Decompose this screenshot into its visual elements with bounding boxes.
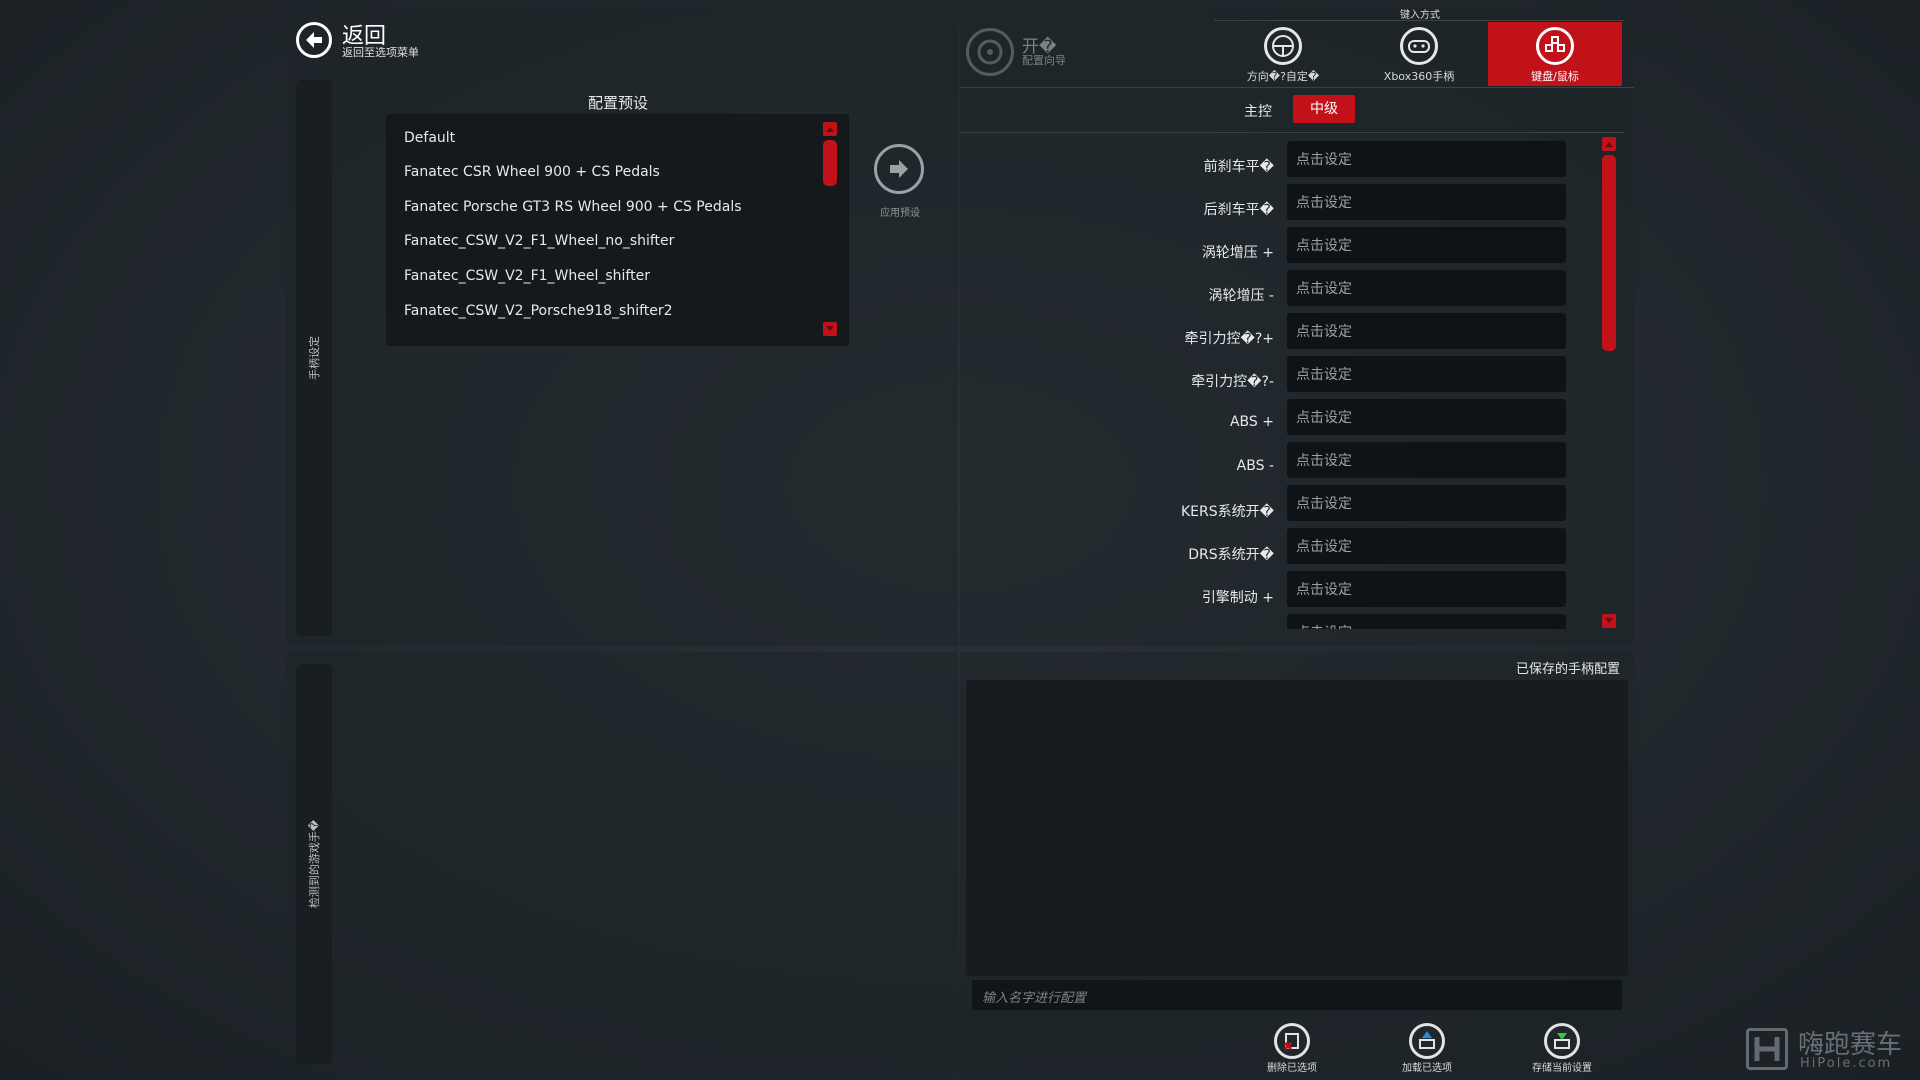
apply-preset-button[interactable]: 应用预设	[868, 142, 932, 219]
presets-title: 配置预设	[587, 94, 648, 112]
saved-configs-list[interactable]	[966, 680, 1628, 976]
binding-label: 前刹车平�	[1203, 159, 1274, 175]
binding-field[interactable]: 点击设定	[1287, 141, 1566, 177]
chevron-down-icon	[1605, 618, 1613, 623]
list-item[interactable]: Fanatec CSR Wheel 900 + CS Pedals	[404, 164, 660, 180]
preset-scroll-thumb[interactable]	[823, 140, 837, 186]
config-name-input[interactable]: 输入名字进行配置	[972, 980, 1622, 1010]
binding-field[interactable]: 点击设定	[1287, 485, 1566, 521]
back-arrow-icon	[296, 22, 332, 58]
config-wizard-button[interactable]: 开� 配置向导	[966, 28, 1106, 78]
save-current-label: 存储当前设置	[1532, 1063, 1592, 1074]
list-item[interactable]: Default	[404, 130, 455, 146]
binding-label: DRS系统开�	[1188, 547, 1274, 563]
input-mode-keyboard-mouse[interactable]: 键盘/鼠标	[1488, 22, 1622, 86]
side-label-detected-controllers: 检测到的游戏手�	[308, 819, 321, 909]
side-strip-controller-settings: 手柄设定	[296, 80, 332, 636]
binding-label: 后刹车平�	[1203, 202, 1274, 218]
gamepad-icon	[1400, 27, 1438, 65]
input-mode-steering-wheel-label: 方向�?自定�	[1246, 70, 1320, 83]
binding-label: 涡轮增压 +	[1201, 245, 1274, 261]
binding-field[interactable]: 点击设定	[1287, 184, 1566, 220]
binding-label: ABS +	[1229, 414, 1274, 430]
save-current-button[interactable]: 存储当前设置	[1522, 1021, 1602, 1077]
tab-intermediate[interactable]: 中级	[1293, 95, 1355, 123]
watermark-logo-icon	[1746, 1028, 1788, 1070]
preset-list[interactable]: Default Fanatec CSR Wheel 900 + CS Pedal…	[386, 114, 849, 346]
chevron-down-icon	[826, 326, 834, 331]
side-label-controller-settings: 手柄设定	[308, 336, 321, 380]
input-mode-steering-wheel[interactable]: 方向�?自定�	[1216, 22, 1350, 86]
tab-main[interactable]: 主控	[1228, 101, 1288, 121]
binding-field[interactable]: 点击设定	[1287, 571, 1566, 607]
watermark-en: HiPole.com	[1800, 1056, 1893, 1071]
binding-field[interactable]: 点击设定	[1287, 442, 1566, 478]
bindings-scroll-down-button[interactable]	[1602, 614, 1616, 628]
side-strip-detected-controllers: 检测到的游戏手�	[296, 664, 332, 1064]
binding-label: ABS -	[1236, 458, 1274, 474]
delete-selected-button[interactable]: 删除已选项	[1252, 1021, 1332, 1077]
wizard-subtitle: 配置向导	[1022, 54, 1066, 67]
bindings-scroll-up-button[interactable]	[1602, 137, 1616, 151]
saved-configs-title: 已保存的手柄配置	[1515, 662, 1620, 677]
back-subtitle: 返回至选项菜单	[342, 46, 419, 59]
binding-label: 牵引力控�?+	[1184, 331, 1274, 347]
back-button[interactable]: 返回 返回至选项菜单	[294, 18, 454, 62]
header-divider	[960, 87, 1634, 88]
list-item[interactable]: Fanatec_CSW_V2_F1_Wheel_shifter	[404, 268, 650, 284]
load-icon	[1409, 1023, 1445, 1059]
delete-selected-label: 删除已选项	[1267, 1063, 1317, 1074]
chevron-up-icon	[826, 127, 834, 132]
watermark: 嗨跑赛车 HiPole.com	[1746, 1024, 1916, 1074]
list-item[interactable]: Fanatec Porsche GT3 RS Wheel 900 + CS Pe…	[404, 199, 742, 215]
arrow-right-icon	[874, 144, 924, 194]
delete-icon	[1274, 1023, 1310, 1059]
input-mode-title: 键入方式	[1400, 10, 1440, 21]
input-mode-divider	[1214, 20, 1624, 21]
binding-field[interactable]: 点击设定	[1287, 528, 1566, 564]
binding-row-partial: 点击设定	[1287, 614, 1566, 629]
keyboard-mouse-icon	[1536, 27, 1574, 65]
load-selected-label: 加载已选项	[1402, 1063, 1452, 1074]
input-mode-xbox360[interactable]: Xbox360手柄	[1352, 22, 1486, 86]
binding-field[interactable]: 点击设定	[1287, 227, 1566, 263]
save-icon	[1544, 1023, 1580, 1059]
binding-field[interactable]: 点击设定	[1287, 614, 1566, 629]
binding-field[interactable]: 点击设定	[1287, 399, 1566, 435]
binding-label: 涡轮增压 -	[1208, 288, 1274, 304]
binding-label: KERS系统开�	[1181, 504, 1274, 520]
apply-preset-label: 应用预设	[880, 208, 920, 219]
steering-wheel-icon	[1264, 27, 1302, 65]
list-item[interactable]: Fanatec_CSW_V2_Porsche918_shifter2	[404, 303, 673, 319]
preset-scroll-down-button[interactable]	[823, 322, 837, 336]
binding-field[interactable]: 点击设定	[1287, 270, 1566, 306]
chevron-up-icon	[1605, 142, 1613, 147]
left-bottom-panel	[286, 652, 958, 1076]
binding-label: 牵引力控�?-	[1191, 374, 1274, 390]
load-selected-button[interactable]: 加载已选项	[1387, 1021, 1467, 1077]
binding-label: 引擎制动 +	[1201, 590, 1274, 606]
binding-field[interactable]: 点击设定	[1287, 356, 1566, 392]
bindings-scroll-thumb[interactable]	[1602, 155, 1616, 351]
tabs-divider	[960, 132, 1624, 133]
preset-scroll-up-button[interactable]	[823, 122, 837, 136]
input-mode-xbox360-label: Xbox360手柄	[1383, 70, 1455, 83]
list-item[interactable]: Fanatec_CSW_V2_F1_Wheel_no_shifter	[404, 233, 674, 249]
binding-field[interactable]: 点击设定	[1287, 313, 1566, 349]
input-mode-keyboard-mouse-label: 键盘/鼠标	[1531, 70, 1579, 83]
steering-wheel-icon	[966, 28, 1014, 76]
